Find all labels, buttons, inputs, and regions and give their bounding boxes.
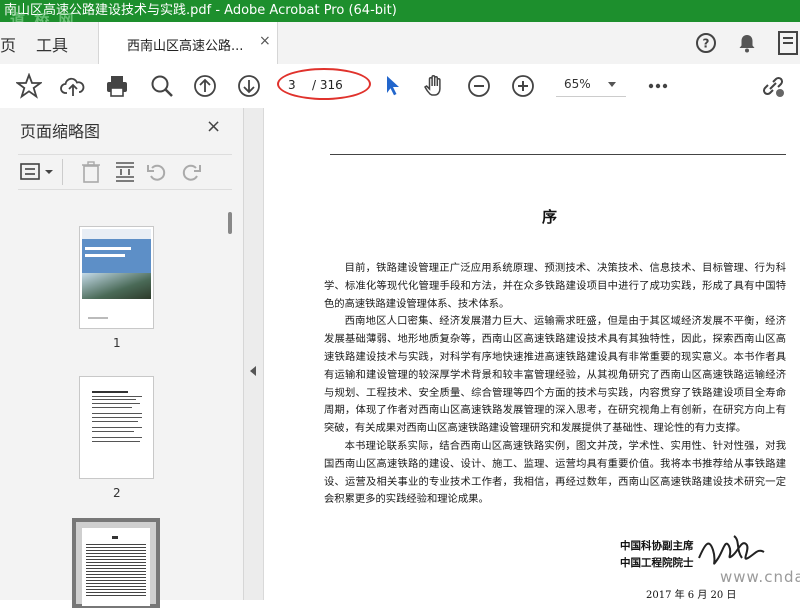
toolbar-divider bbox=[62, 159, 63, 185]
thumbnails-panel: 页面缩略图 × 1 2 bbox=[0, 108, 244, 608]
page-body: 目前，铁路建设管理正广泛应用系统原理、预测技术、决策技术、信息技术、目标管理、行… bbox=[324, 260, 786, 509]
previous-page-icon[interactable] bbox=[192, 73, 218, 99]
signature-date: 2017 年 6 月 20 日 bbox=[646, 590, 737, 600]
hand-tool-icon[interactable] bbox=[422, 73, 448, 99]
thumbnail-label-2: 2 bbox=[113, 486, 121, 500]
panel-title: 页面缩略图 bbox=[20, 122, 101, 141]
panel-toolbar bbox=[18, 154, 232, 190]
account-icon[interactable] bbox=[778, 28, 800, 62]
extract-page-icon[interactable] bbox=[113, 160, 137, 188]
signature-title-2: 中国工程院院士 bbox=[620, 557, 694, 569]
zoom-dropdown[interactable]: 65% bbox=[556, 74, 626, 97]
select-cursor-icon[interactable] bbox=[380, 73, 406, 99]
help-icon[interactable]: ? bbox=[695, 32, 717, 58]
cover-art bbox=[82, 229, 151, 326]
title-watermark: 道 桥 网 bbox=[10, 11, 76, 22]
svg-text:?: ? bbox=[703, 37, 710, 51]
panel-scrollbar[interactable] bbox=[228, 212, 232, 234]
paragraph: 目前，铁路建设管理正广泛应用系统原理、预测技术、决策技术、信息技术、目标管理、行… bbox=[324, 262, 786, 310]
page-thumbnail-2[interactable] bbox=[79, 376, 154, 479]
thumbnail-options-icon[interactable] bbox=[20, 161, 56, 187]
chevron-down-icon bbox=[608, 82, 616, 87]
search-icon[interactable] bbox=[149, 73, 175, 99]
page-thumbnail-1[interactable] bbox=[79, 226, 154, 329]
thumbnail-label-1: 1 bbox=[113, 336, 121, 350]
zoom-out-icon[interactable] bbox=[466, 73, 492, 99]
tab-document-label: 西南山区高速公路... bbox=[127, 39, 244, 54]
tab-document[interactable]: 西南山区高速公路... × bbox=[98, 22, 278, 65]
tab-home[interactable]: 页 bbox=[0, 32, 16, 56]
tab-close-button[interactable]: × bbox=[259, 33, 271, 49]
header-rule bbox=[330, 154, 786, 155]
zoom-value: 65% bbox=[564, 77, 591, 91]
document-view[interactable]: 序 目前，铁路建设管理正广泛应用系统原理、预测技术、决策技术、信息技术、目标管理… bbox=[264, 108, 800, 600]
print-icon[interactable] bbox=[104, 73, 130, 99]
panel-close-button[interactable]: × bbox=[206, 116, 221, 137]
page-thumbnail-3[interactable] bbox=[72, 518, 160, 608]
more-options-icon[interactable] bbox=[645, 73, 671, 99]
rotate-left-icon[interactable] bbox=[146, 161, 168, 187]
zoom-in-icon[interactable] bbox=[510, 73, 536, 99]
tab-bar: 页 工具 西南山区高速公路... × ? bbox=[0, 22, 800, 65]
main-toolbar: 3 / 316 65% bbox=[0, 64, 800, 109]
next-page-icon[interactable] bbox=[236, 73, 262, 99]
signature-title-1: 中国科协副主席 bbox=[620, 540, 694, 552]
paragraph: 西南地区人口密集、经济发展潜力巨大、运输需求旺盛，但是由于其区域经济发展不平衡，… bbox=[324, 315, 786, 435]
share-link-icon[interactable] bbox=[760, 73, 786, 99]
page-heading: 序 bbox=[542, 208, 558, 226]
cloud-upload-icon[interactable] bbox=[60, 73, 86, 99]
tab-tools[interactable]: 工具 bbox=[36, 32, 68, 56]
panel-collapse-handle[interactable] bbox=[244, 108, 264, 600]
star-icon[interactable] bbox=[14, 72, 44, 99]
delete-page-icon[interactable] bbox=[80, 160, 102, 188]
red-highlight-ellipse bbox=[277, 68, 371, 100]
rotate-right-icon[interactable] bbox=[180, 161, 202, 187]
collapse-arrow-icon bbox=[250, 366, 256, 376]
title-bar: 南山区高速公路建设技术与实践.pdf - Adobe Acrobat Pro (… bbox=[0, 0, 800, 22]
paragraph: 本书理论联系实际，结合西南山区高速铁路实例，图文并茂，学术性、实用性、针对性强，… bbox=[324, 439, 786, 506]
site-watermark: www.cndao.com bbox=[720, 568, 800, 586]
bell-icon[interactable] bbox=[736, 32, 758, 58]
